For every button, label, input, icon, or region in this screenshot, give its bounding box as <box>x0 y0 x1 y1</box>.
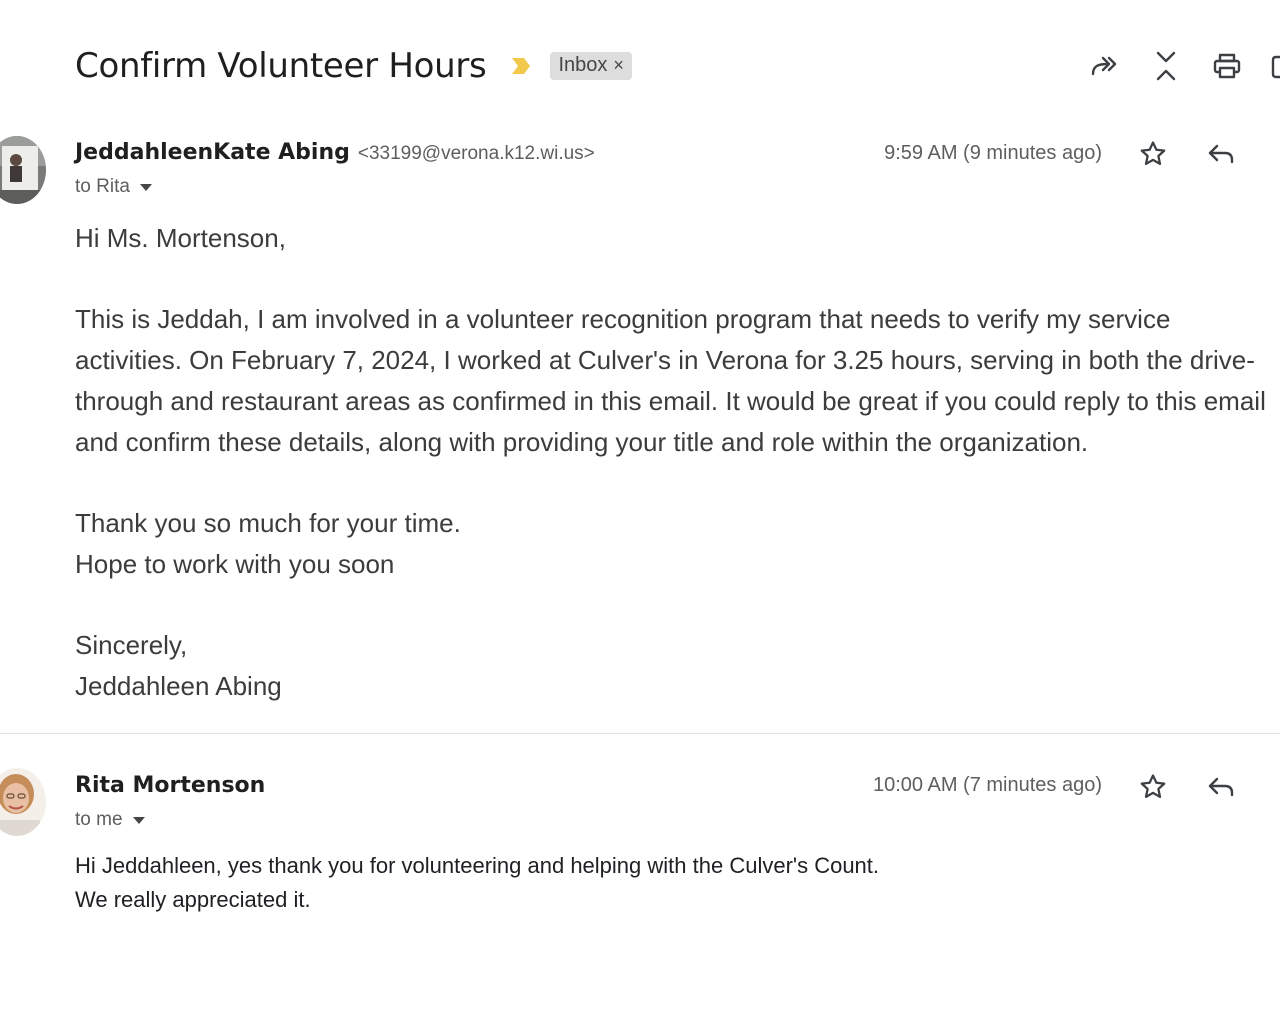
chevron-down-icon <box>132 816 145 824</box>
sender-avatar[interactable] <box>0 768 46 836</box>
star-icon[interactable] <box>1135 769 1171 805</box>
recipient-text: to Rita <box>75 176 130 197</box>
sender-name[interactable]: Rita Mortenson <box>75 773 265 798</box>
remove-label-button[interactable]: × <box>613 55 624 76</box>
recipient-text: to me <box>75 809 123 830</box>
message-timestamp: 9:59 AM (9 minutes ago) <box>884 142 1102 164</box>
chevron-down-icon <box>139 183 152 191</box>
sender-line: Rita Mortenson <box>75 773 265 798</box>
star-icon[interactable] <box>1135 136 1171 172</box>
forward-all-icon[interactable] <box>1085 46 1125 86</box>
thread-toolbar <box>1085 46 1280 86</box>
print-icon[interactable] <box>1207 46 1247 86</box>
body-line: We really appreciated it. <box>75 887 311 912</box>
open-new-window-icon[interactable] <box>1268 46 1280 86</box>
message-timestamp: 10:00 AM (7 minutes ago) <box>872 774 1102 796</box>
closing-line: Hope to work with you soon <box>75 549 395 579</box>
sender-line: JeddahleenKate Abing <33199@verona.k12.w… <box>75 140 595 165</box>
reply-icon[interactable] <box>1203 769 1239 805</box>
thread-header: Confirm Volunteer Hours Inbox × <box>75 40 632 92</box>
sender-name[interactable]: JeddahleenKate Abing <box>75 140 350 165</box>
message-body: Hi Jeddahleen, yes thank you for volunte… <box>75 849 1270 917</box>
thread-subject: Confirm Volunteer Hours <box>75 46 487 86</box>
message-divider <box>0 733 1280 734</box>
recipient-details-toggle[interactable]: to me <box>75 809 145 831</box>
greeting-line: Hi Ms. Mortenson, <box>75 223 286 253</box>
importance-marker-icon[interactable] <box>508 54 534 78</box>
message-body: Hi Ms. Mortenson, This is Jeddah, I am i… <box>75 218 1270 707</box>
sender-email: <33199@verona.k12.wi.us> <box>357 143 595 164</box>
recipient-details-toggle[interactable]: to Rita <box>75 176 152 198</box>
sender-avatar[interactable] <box>0 136 46 204</box>
reply-icon[interactable] <box>1203 136 1239 172</box>
email-thread-view: Confirm Volunteer Hours Inbox × Jeddahle… <box>0 0 1280 1013</box>
signoff-line: Sincerely, <box>75 630 188 660</box>
body-paragraph: This is Jeddah, I am involved in a volun… <box>75 304 1266 457</box>
signature-line: Jeddahleen Abing <box>75 671 282 701</box>
collapse-all-icon[interactable] <box>1146 46 1186 86</box>
label-chip-text: Inbox <box>558 54 608 76</box>
body-line: Hi Jeddahleen, yes thank you for volunte… <box>75 853 880 878</box>
thanks-line: Thank you so much for your time. <box>75 508 461 538</box>
label-chip-inbox: Inbox × <box>550 52 632 80</box>
